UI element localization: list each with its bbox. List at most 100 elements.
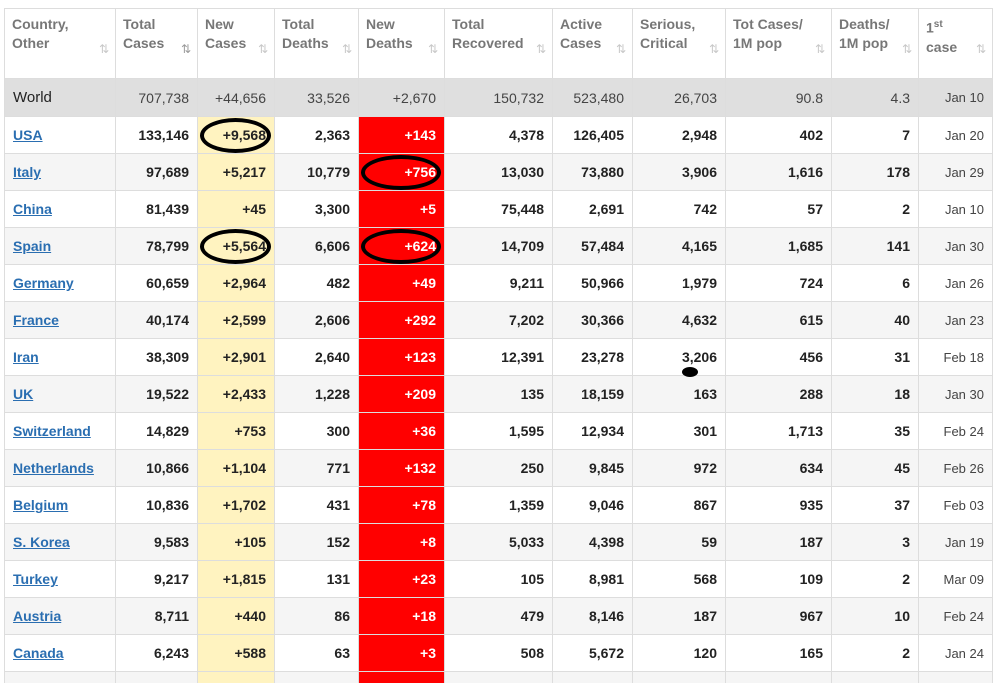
cell-first-case: Jan 26 bbox=[918, 264, 993, 302]
cell-active-cases: 12,934 bbox=[552, 412, 633, 450]
cell-deaths-per-1m: 35 bbox=[831, 412, 919, 450]
country-link[interactable]: Netherlands bbox=[13, 460, 94, 476]
cell-deaths-per-1m: 2 bbox=[831, 190, 919, 228]
cell-new-cases: +1,815 bbox=[197, 560, 275, 598]
cell-first-case: Feb 03 bbox=[918, 486, 993, 524]
country-link[interactable]: Germany bbox=[13, 275, 74, 291]
cell-first-case: Jan 30 bbox=[918, 227, 993, 265]
cell-first-case: Jan 10 bbox=[918, 78, 993, 117]
cell-first-case: Jan 29 bbox=[918, 153, 993, 191]
cell-new-deaths: +292 bbox=[358, 301, 445, 339]
cell-total-cases: 9,217 bbox=[115, 560, 198, 598]
cell-total-cases: 78,799 bbox=[115, 227, 198, 265]
cell-total-cases: 10,836 bbox=[115, 486, 198, 524]
header-label-line2: Cases bbox=[205, 35, 247, 51]
sort-icon[interactable]: ⇅ bbox=[342, 40, 352, 59]
cell-tot-cases-per-1m: 288 bbox=[725, 375, 832, 413]
column-header-total-cases[interactable]: Total Cases ⇅ bbox=[115, 8, 198, 79]
cell-first-case: Mar 09 bbox=[918, 560, 993, 598]
page: Country, Other ⇅ Total Cases ⇅ New Cases ⇅ Total D… bbox=[0, 0, 997, 683]
cell-new-deaths: +624 bbox=[358, 227, 445, 265]
cell-active-cases: 9,845 bbox=[552, 449, 633, 487]
cell-serious-critical: 120 bbox=[632, 634, 726, 672]
column-header-country[interactable]: Country, Other ⇅ bbox=[4, 8, 116, 79]
country-link[interactable]: Belgium bbox=[13, 497, 68, 513]
cell-active-cases: 73,880 bbox=[552, 153, 633, 191]
coronavirus-stats-table: Country, Other ⇅ Total Cases ⇅ New Cases ⇅ Total D… bbox=[4, 8, 993, 683]
cell-first-case: Feb 24 bbox=[918, 412, 993, 450]
column-header-deaths-per-1m[interactable]: Deaths/1M pop ⇅ bbox=[831, 8, 919, 79]
table-row: Iran 38,309 +2,901 2,640 +123 12,391 23,278 3,2… bbox=[4, 338, 993, 376]
cell-deaths-per-1m: 178 bbox=[831, 153, 919, 191]
cell-new-cases: +5,217 bbox=[197, 153, 275, 191]
country-link[interactable]: Turkey bbox=[13, 571, 58, 587]
sort-icon[interactable]: ⇅ bbox=[709, 40, 719, 59]
header-label-line1: Deaths/ bbox=[839, 16, 890, 32]
sort-icon[interactable]: ⇅ bbox=[99, 40, 109, 59]
cell-total-recovered: 12,391 bbox=[444, 338, 553, 376]
column-header-total-recovered[interactable]: Total Recovered ⇅ bbox=[444, 8, 553, 79]
country-link[interactable]: USA bbox=[13, 127, 43, 143]
cell-country: UK bbox=[4, 375, 116, 413]
cell-new-deaths: +3 bbox=[358, 634, 445, 672]
cell-new-cases: +44,656 bbox=[197, 78, 275, 117]
country-link[interactable]: Italy bbox=[13, 164, 41, 180]
cell-new-cases: +2,901 bbox=[197, 338, 275, 376]
cell-total-cases: 38,309 bbox=[115, 338, 198, 376]
cell-country: Germany bbox=[4, 264, 116, 302]
cell-serious-critical: 972 bbox=[632, 449, 726, 487]
country-link[interactable]: Canada bbox=[13, 645, 64, 661]
cell-new-deaths: +23 bbox=[358, 560, 445, 598]
country-link[interactable]: S. Korea bbox=[13, 534, 70, 550]
country-link[interactable]: Switzerland bbox=[13, 423, 91, 439]
column-header-active-cases[interactable]: Active Cases ⇅ bbox=[552, 8, 633, 79]
table-row bbox=[4, 671, 993, 683]
cell-deaths-per-1m: 2 bbox=[831, 634, 919, 672]
cell-new-cases bbox=[197, 671, 275, 683]
cell-first-case: Jan 19 bbox=[918, 523, 993, 561]
cell-new-cases: +105 bbox=[197, 523, 275, 561]
cell-deaths-per-1m: 6 bbox=[831, 264, 919, 302]
sort-icon[interactable]: ⇅ bbox=[976, 40, 986, 59]
cell-total-recovered: 150,732 bbox=[444, 78, 553, 117]
cell-total-cases: 40,174 bbox=[115, 301, 198, 339]
column-header-first-case[interactable]: 1st case ⇅ bbox=[918, 8, 993, 79]
sort-icon[interactable]: ⇅ bbox=[536, 40, 546, 59]
cell-deaths-per-1m: 37 bbox=[831, 486, 919, 524]
country-link[interactable]: UK bbox=[13, 386, 33, 402]
column-header-tot-cases-per-1m[interactable]: Tot Cases/1M pop ⇅ bbox=[725, 8, 832, 79]
cell-deaths-per-1m: 4.3 bbox=[831, 78, 919, 117]
sort-icon[interactable]: ⇅ bbox=[181, 40, 191, 59]
cell-total-recovered: 13,030 bbox=[444, 153, 553, 191]
country-link[interactable]: China bbox=[13, 201, 52, 217]
cell-deaths-per-1m: 10 bbox=[831, 597, 919, 635]
cell-serious-critical: 4,165 bbox=[632, 227, 726, 265]
table-row: Switzerland 14,829 +753 300 +36 1,595 12,934 30… bbox=[4, 412, 993, 450]
sort-icon[interactable]: ⇅ bbox=[815, 40, 825, 59]
cell-new-deaths: +143 bbox=[358, 116, 445, 154]
header-label-line1: Tot Cases/ bbox=[733, 16, 803, 32]
column-header-new-deaths[interactable]: New Deaths ⇅ bbox=[358, 8, 445, 79]
country-link[interactable]: Austria bbox=[13, 608, 61, 624]
sort-icon[interactable]: ⇅ bbox=[258, 40, 268, 59]
column-header-new-cases[interactable]: New Cases ⇅ bbox=[197, 8, 275, 79]
cell-tot-cases-per-1m: 57 bbox=[725, 190, 832, 228]
cell-total-cases: 19,522 bbox=[115, 375, 198, 413]
cell-serious-critical: 301 bbox=[632, 412, 726, 450]
cell-new-cases: +5,564 bbox=[197, 227, 275, 265]
sort-icon[interactable]: ⇅ bbox=[902, 40, 912, 59]
cell-country: World bbox=[4, 78, 116, 117]
column-header-serious-critical[interactable]: Serious, Critical ⇅ bbox=[632, 8, 726, 79]
column-header-total-deaths[interactable]: Total Deaths ⇅ bbox=[274, 8, 359, 79]
country-link[interactable]: Spain bbox=[13, 238, 51, 254]
cell-new-cases: +2,599 bbox=[197, 301, 275, 339]
country-link[interactable]: Iran bbox=[13, 349, 39, 365]
country-link[interactable]: France bbox=[13, 312, 59, 328]
sort-icon[interactable]: ⇅ bbox=[428, 40, 438, 59]
header-label-line1: Serious, bbox=[640, 16, 696, 32]
header-label-line2: 1M pop bbox=[839, 35, 888, 51]
cell-first-case: Jan 23 bbox=[918, 301, 993, 339]
cell-country: Switzerland bbox=[4, 412, 116, 450]
sort-icon[interactable]: ⇅ bbox=[616, 40, 626, 59]
cell-serious-critical: 187 bbox=[632, 597, 726, 635]
